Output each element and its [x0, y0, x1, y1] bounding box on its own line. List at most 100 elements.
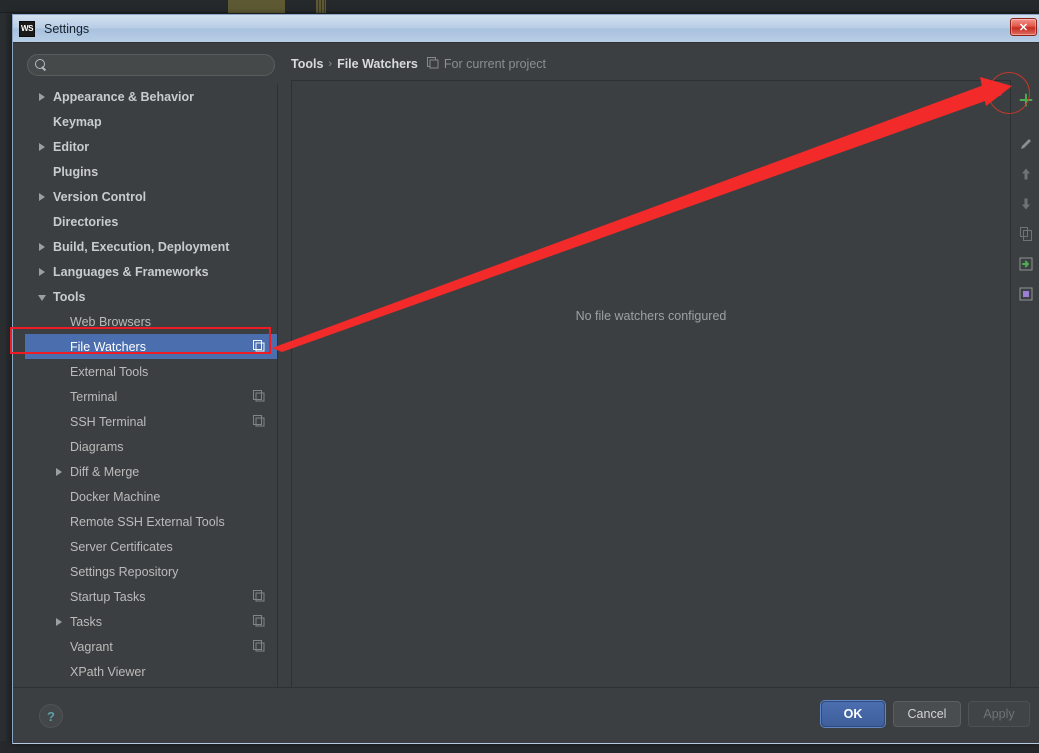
chevron-right-icon[interactable]	[39, 93, 45, 101]
sidebar-item-plugins[interactable]: Plugins	[25, 159, 277, 184]
sidebar-item-label: Tasks	[70, 614, 102, 629]
sidebar-item-remote-ssh-external-tools[interactable]: Remote SSH External Tools	[25, 509, 277, 534]
sidebar-item-settings-repository[interactable]: Settings Repository	[25, 559, 277, 584]
close-icon[interactable]: ✕	[1010, 18, 1037, 36]
sidebar-item-label: Diff & Merge	[70, 464, 140, 479]
sidebar-item-label: Remote SSH External Tools	[70, 514, 225, 529]
add-button[interactable]	[1016, 90, 1036, 110]
breadcrumb-current: File Watchers	[337, 57, 418, 71]
arrow-down-icon	[1018, 196, 1034, 212]
sidebar-item-tools[interactable]: Tools	[25, 284, 277, 309]
import-icon	[1018, 256, 1034, 272]
webstorm-logo-icon: WS	[19, 20, 35, 37]
window-titlebar[interactable]: WS Settings ✕	[13, 15, 1039, 42]
edit-button	[1016, 134, 1036, 154]
project-scope-icon	[253, 340, 265, 352]
content-panel: Tools › File Watchers For current projec…	[279, 43, 1039, 743]
sidebar-item-startup-tasks[interactable]: Startup Tasks	[25, 584, 277, 609]
window-title: Settings	[44, 21, 90, 36]
project-scope-icon	[253, 415, 265, 427]
chevron-down-icon[interactable]	[38, 295, 46, 301]
sidebar-item-label: Languages & Frameworks	[53, 264, 209, 279]
cancel-button[interactable]: Cancel	[893, 701, 961, 727]
sidebar-item-xpath-viewer[interactable]: XPath Viewer	[25, 659, 277, 684]
sidebar-item-external-tools[interactable]: External Tools	[25, 359, 277, 384]
file-watchers-list[interactable]: No file watchers configured	[291, 80, 1011, 690]
sidebar-item-appearance-behavior[interactable]: Appearance & Behavior	[25, 84, 277, 109]
settings-dialog: WS Settings ✕ Appearance & Behavior Keyma…	[12, 14, 1039, 744]
sidebar-item-vagrant[interactable]: Vagrant	[25, 634, 277, 659]
breadcrumb-parent[interactable]: Tools	[291, 57, 323, 71]
ide-editor-tab	[316, 0, 326, 13]
pencil-icon	[1018, 136, 1034, 152]
sidebar-item-label: Settings Repository	[70, 564, 179, 579]
import-button[interactable]	[1016, 254, 1036, 274]
sidebar-item-docker-machine[interactable]: Docker Machine	[25, 484, 277, 509]
sidebar-item-diagrams[interactable]: Diagrams	[25, 434, 277, 459]
chevron-right-icon[interactable]	[56, 468, 62, 476]
sidebar-item-label: XPath Viewer	[70, 664, 146, 679]
chevron-right-icon[interactable]	[39, 143, 45, 151]
project-scope-icon	[253, 590, 265, 602]
sidebar-item-label: Appearance & Behavior	[53, 89, 195, 104]
search-input[interactable]	[47, 58, 274, 72]
sidebar-item-label: Web Browsers	[70, 314, 152, 329]
sidebar-item-label: Tools	[53, 289, 86, 304]
ide-editor-tab	[228, 0, 285, 13]
ok-button[interactable]: OK	[821, 701, 885, 727]
help-icon[interactable]: ?	[39, 704, 63, 728]
copy-button	[1016, 224, 1036, 244]
sidebar-item-ssh-terminal[interactable]: SSH Terminal	[25, 409, 277, 434]
chevron-right-icon[interactable]	[39, 243, 45, 251]
apply-button: Apply	[968, 701, 1030, 727]
sidebar-item-keymap[interactable]: Keymap	[25, 109, 277, 134]
sidebar-item-version-control[interactable]: Version Control	[25, 184, 277, 209]
sidebar-item-label: Editor	[53, 139, 90, 154]
sidebar-item-label: Directories	[53, 214, 119, 229]
chevron-right-icon[interactable]	[39, 268, 45, 276]
sidebar-item-label: File Watchers	[70, 339, 146, 354]
chevron-right-icon[interactable]	[39, 193, 45, 201]
project-scope-icon	[253, 640, 265, 652]
export-icon	[1018, 286, 1034, 302]
breadcrumb-separator: ›	[328, 58, 333, 70]
sidebar-item-web-browsers[interactable]: Web Browsers	[25, 309, 277, 334]
sidebar-item-build-execution-deployment[interactable]: Build, Execution, Deployment	[25, 234, 277, 259]
sidebar-item-editor[interactable]: Editor	[25, 134, 277, 159]
chevron-right-icon[interactable]	[56, 618, 62, 626]
sidebar-item-label: Terminal	[70, 389, 118, 404]
project-scope-icon	[426, 56, 439, 72]
sidebar-item-directories[interactable]: Directories	[25, 209, 277, 234]
search-icon	[35, 59, 47, 71]
sidebar-item-server-certificates[interactable]: Server Certificates	[25, 534, 277, 559]
sidebar-item-label: Startup Tasks	[70, 589, 146, 604]
export-button[interactable]	[1016, 284, 1036, 304]
move-down-button	[1016, 194, 1036, 214]
project-scope-icon	[253, 390, 265, 402]
sidebar-item-label: Build, Execution, Deployment	[53, 239, 230, 254]
sidebar-item-diff-merge[interactable]: Diff & Merge	[25, 459, 277, 484]
scope-label: For current project	[443, 57, 547, 71]
move-up-button	[1016, 164, 1036, 184]
search-field[interactable]	[27, 54, 275, 76]
breadcrumb: Tools › File Watchers For current projec…	[291, 54, 546, 74]
ide-editor-tabstrip	[0, 0, 1039, 13]
sidebar-item-label: Keymap	[53, 114, 102, 129]
settings-category-tree[interactable]: Appearance & Behavior Keymap Editor Plugins…	[25, 84, 278, 729]
sidebar-item-label: Diagrams	[70, 439, 124, 454]
sidebar-item-tasks[interactable]: Tasks	[25, 609, 277, 634]
sidebar-item-file-watchers[interactable]: File Watchers	[25, 334, 277, 359]
copy-icon	[1018, 226, 1034, 242]
ide-left-strip	[0, 13, 6, 753]
sidebar-item-languages-frameworks[interactable]: Languages & Frameworks	[25, 259, 277, 284]
dialog-body: Appearance & Behavior Keymap Editor Plugins…	[13, 42, 1039, 743]
watchers-toolbar	[1013, 80, 1039, 690]
sidebar-item-label: Server Certificates	[70, 539, 173, 554]
sidebar-item-label: External Tools	[70, 364, 149, 379]
arrow-up-icon	[1018, 166, 1034, 182]
dialog-footer: ? OK Cancel Apply	[13, 687, 1039, 743]
plus-icon	[1018, 92, 1034, 108]
sidebar-item-terminal[interactable]: Terminal	[25, 384, 277, 409]
sidebar-item-label: Version Control	[53, 189, 147, 204]
search-row	[15, 47, 278, 83]
